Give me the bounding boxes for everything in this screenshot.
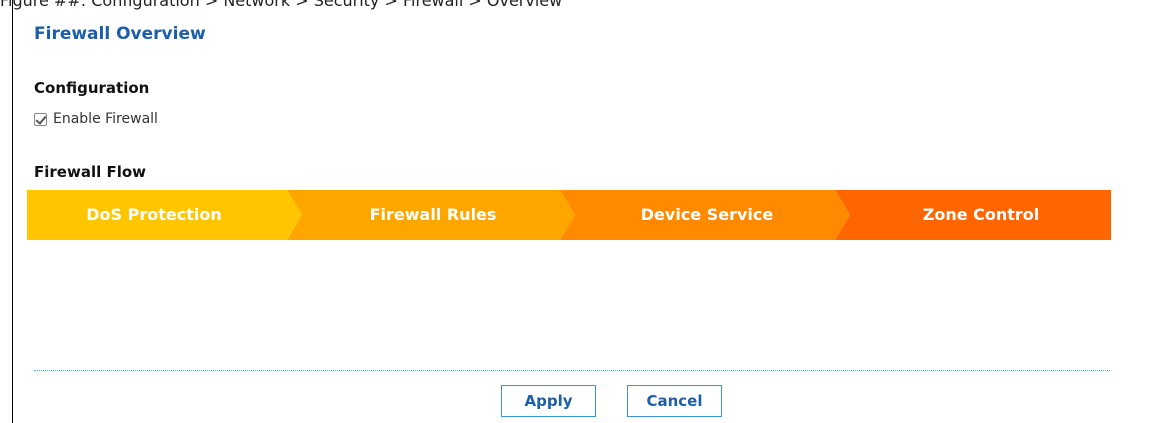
enable-firewall-label: Enable Firewall — [53, 111, 158, 127]
firewall-flow-diagram: DoS Protection Firewall Rules Device Ser… — [27, 190, 1111, 240]
figure-caption: Figure ##: Configuration > Network > Sec… — [0, 0, 563, 10]
apply-button[interactable]: Apply — [501, 385, 596, 417]
enable-firewall-row[interactable]: Enable Firewall — [34, 111, 158, 127]
frame-border — [12, 0, 13, 423]
divider — [34, 370, 1110, 371]
flow-step-firewall-rules-label: Firewall Rules — [370, 205, 497, 224]
flow-step-dos-protection-label: DoS Protection — [86, 205, 221, 224]
firewall-flow-title: Firewall Flow — [34, 163, 146, 181]
flow-step-zone-control-label: Zone Control — [923, 205, 1040, 224]
enable-firewall-checkbox[interactable] — [34, 112, 47, 126]
page-title: Firewall Overview — [34, 24, 206, 44]
flow-step-device-service-label: Device Service — [641, 205, 774, 224]
configuration-section-title: Configuration — [34, 79, 150, 97]
cancel-button[interactable]: Cancel — [627, 385, 722, 417]
